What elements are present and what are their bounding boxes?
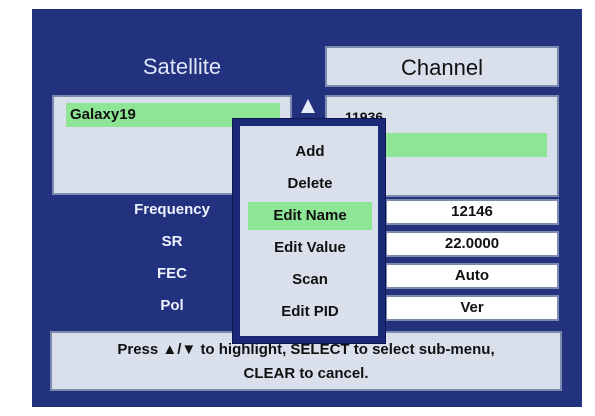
status-line-2: CLEAR to cancel.: [243, 365, 369, 382]
context-menu-popup: Add Delete Edit Name Edit Value Scan Edi…: [233, 119, 385, 343]
menu-item-edit-pid[interactable]: Edit PID: [248, 298, 372, 326]
frequency-value[interactable]: 12146: [385, 199, 559, 225]
tv-screen: Satellite Channel Galaxy19 11936 2 6 Fre…: [32, 9, 582, 407]
pol-label: Pol: [160, 297, 184, 314]
menu-item-edit-value[interactable]: Edit Value: [248, 234, 372, 262]
fec-label: FEC: [157, 265, 187, 282]
menu-item-add[interactable]: Add: [248, 138, 372, 166]
sr-label: SR: [161, 233, 183, 250]
tab-channel[interactable]: Channel: [325, 46, 559, 87]
menu-item-scan[interactable]: Scan: [248, 266, 372, 294]
pol-value[interactable]: Ver: [385, 295, 559, 321]
frequency-label: Frequency: [134, 201, 210, 218]
sr-value[interactable]: 22.0000: [385, 231, 559, 257]
up-triangle-icon[interactable]: [301, 99, 315, 113]
menu-item-delete[interactable]: Delete: [248, 170, 372, 198]
tab-satellite[interactable]: Satellite: [92, 49, 272, 85]
fec-value[interactable]: Auto: [385, 263, 559, 289]
menu-item-edit-name[interactable]: Edit Name: [248, 202, 372, 230]
